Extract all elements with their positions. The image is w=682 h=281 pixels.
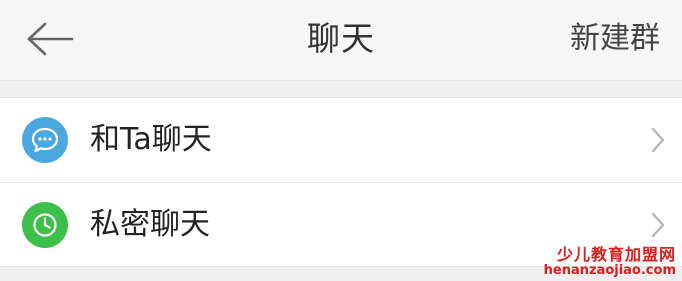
list-item-label: 私密聊天 <box>90 207 210 242</box>
list-item-private-chat[interactable]: 私密聊天 <box>0 182 682 267</box>
bottom-spacer <box>0 266 682 281</box>
list-item-chat-with-ta[interactable]: 和Ta聊天 <box>0 98 682 182</box>
chevron-right-icon <box>650 211 666 239</box>
chat-options-list: 和Ta聊天 私密聊天 <box>0 97 682 267</box>
top-navigation-bar: 聊天 新建群 <box>0 0 682 81</box>
clock-icon <box>22 202 68 248</box>
new-group-button[interactable]: 新建群 <box>570 0 660 80</box>
list-item-label: 和Ta聊天 <box>90 122 212 157</box>
chevron-right-icon <box>650 126 666 154</box>
section-divider <box>0 81 682 97</box>
chat-bubble-icon <box>22 117 68 163</box>
